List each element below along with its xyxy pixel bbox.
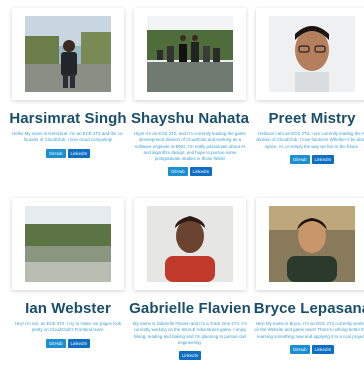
github-button[interactable]: GitHub <box>289 344 310 354</box>
linkedin-button[interactable]: LinkedIn <box>67 148 91 158</box>
photo-frame <box>256 198 364 290</box>
photo-frame <box>12 198 124 290</box>
member-card-preet: Preet Mistry Hellooo! I am an ECE 2T3. I… <box>252 8 364 164</box>
linkedin-button[interactable]: LinkedIn <box>311 344 335 354</box>
member-photo <box>147 206 233 282</box>
member-bio: Hellooo! I am an ECE 2T3. I am currently… <box>256 131 364 149</box>
member-card-gabrielle: Gabrielle Flavien My name is Gabrielle F… <box>129 198 251 361</box>
photo-frame <box>134 8 246 100</box>
member-links: GitHub LinkedIn <box>45 148 91 158</box>
photo-frame <box>256 8 364 100</box>
member-name: Preet Mistry <box>268 110 356 127</box>
member-name: Bryce Lepasana <box>253 300 364 317</box>
member-card-bryce: Bryce Lepasana Hey! My name is Bryce. I'… <box>252 198 364 354</box>
photo-frame <box>12 8 124 100</box>
member-photo <box>25 206 111 282</box>
linkedin-button[interactable]: LinkedIn <box>311 154 335 164</box>
member-links: GitHub LinkedIn <box>289 344 335 354</box>
member-name: Shayshu Nahata <box>130 110 250 127</box>
member-links: GitHub LinkedIn <box>167 167 213 177</box>
member-name: Harsimrat Singh <box>9 110 127 127</box>
member-bio: My name is Gabrielle Flavien and I'm a T… <box>132 321 248 345</box>
member-photo <box>269 206 355 282</box>
member-name: Ian Webster <box>25 300 111 317</box>
member-links: LinkedIn <box>178 351 202 361</box>
member-bio: Hey! I'm Ian, an ECE 2T2. I try to make … <box>14 321 122 333</box>
github-button[interactable]: GitHub <box>45 148 66 158</box>
photo-frame <box>134 198 246 290</box>
member-photo <box>269 16 355 92</box>
member-photo <box>147 16 233 92</box>
linkedin-button[interactable]: LinkedIn <box>67 338 91 348</box>
github-button[interactable]: GitHub <box>167 167 188 177</box>
member-photo <box>25 16 111 92</box>
member-card-harsimrat: Harsimrat Singh Hello! My name is Harsim… <box>8 8 128 158</box>
linkedin-button[interactable]: LinkedIn <box>178 351 202 361</box>
member-links: GitHub LinkedIn <box>45 338 91 348</box>
linkedin-button[interactable]: LinkedIn <box>189 167 213 177</box>
member-card-ian: Ian Webster Hey! I'm Ian, an ECE 2T2. I … <box>8 198 128 348</box>
github-button[interactable]: GitHub <box>45 338 66 348</box>
member-links: GitHub LinkedIn <box>289 154 335 164</box>
member-card-shayshu: Shayshu Nahata Hiya! I'm an ECE 2T2, and… <box>130 8 250 177</box>
github-button[interactable]: GitHub <box>289 154 310 164</box>
member-bio: Hey! My name is Bryce. I'm an ECE 2T2 cu… <box>254 321 364 339</box>
member-name: Gabrielle Flavien <box>129 300 251 317</box>
member-bio: Hello! My name is Harsimrat. I'm an ECE … <box>12 131 124 143</box>
member-bio: Hiya! I'm an ECE 2T2, and I'm currently … <box>134 131 246 162</box>
